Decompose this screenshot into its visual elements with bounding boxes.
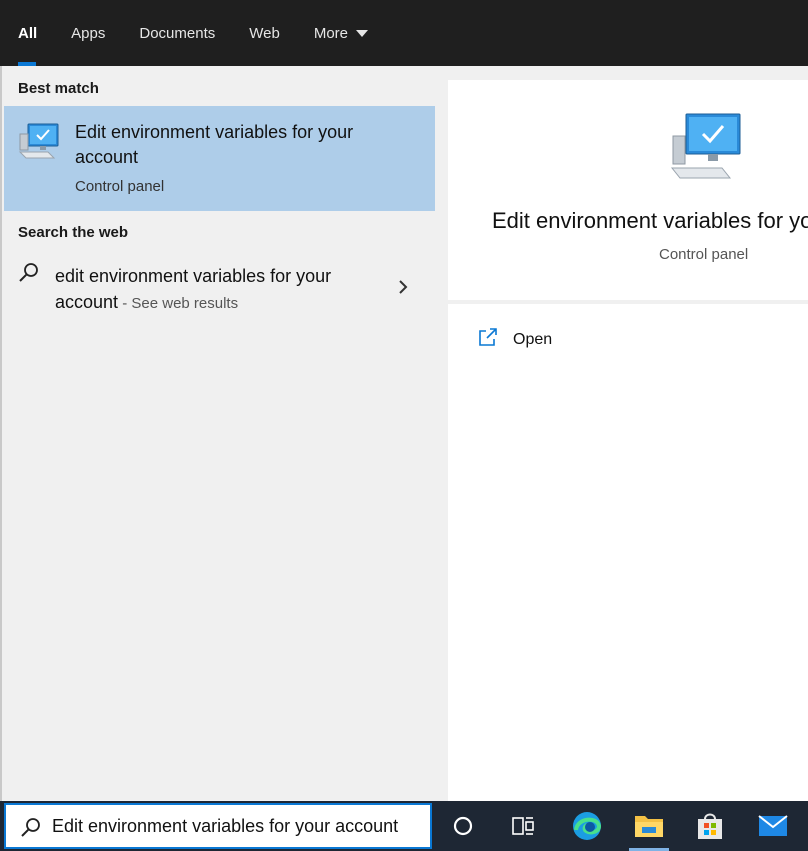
search-input[interactable] [52, 805, 426, 847]
best-match-header: Best match [18, 80, 99, 97]
task-view-button[interactable] [497, 801, 549, 851]
web-result-text: edit environment variables for your acco… [55, 263, 375, 317]
computer-monitor-icon [670, 113, 741, 179]
tab-documents[interactable]: Documents [122, 0, 232, 66]
best-match-subtitle: Control panel [75, 178, 165, 195]
tab-label: More [313, 24, 349, 42]
store-icon [698, 813, 722, 839]
file-explorer-icon [635, 816, 663, 837]
preview-subtitle: Control panel [659, 246, 749, 263]
search-web-header: Search the web [18, 224, 129, 241]
search-icon [19, 263, 38, 282]
file-explorer-button[interactable] [623, 801, 675, 851]
open-action[interactable]: Open [478, 325, 678, 355]
search-icon [21, 818, 40, 837]
tab-all[interactable]: All [0, 0, 54, 66]
taskbar [0, 801, 808, 851]
store-button[interactable] [684, 801, 736, 851]
best-match-title: Edit environment variables for your acco… [75, 122, 354, 167]
divider [448, 300, 808, 304]
computer-monitor-icon [18, 123, 59, 159]
task-view-icon [512, 817, 534, 835]
tab-label: Documents [139, 24, 216, 42]
edge-button[interactable] [561, 801, 613, 851]
tab-label: Web [249, 24, 280, 42]
cortana-icon [453, 816, 473, 836]
tab-web[interactable]: Web [232, 0, 297, 66]
edge-icon [573, 812, 602, 840]
preview-title: Edit environment variables for your acco… [492, 208, 808, 233]
chevron-right-icon[interactable] [397, 278, 409, 296]
tab-label: All [18, 24, 38, 42]
web-search-result[interactable]: edit environment variables for your acco… [4, 256, 435, 318]
open-external-icon [479, 328, 497, 346]
taskbar-search-box[interactable] [4, 803, 432, 849]
open-label: Open [513, 331, 553, 348]
tab-label: Apps [71, 24, 106, 42]
best-match-result[interactable]: Edit environment variables for your acco… [4, 106, 435, 211]
tab-more[interactable]: More [297, 0, 385, 66]
mail-icon [758, 815, 788, 836]
tab-apps[interactable]: Apps [54, 0, 122, 66]
caret-down-icon [356, 29, 369, 37]
mail-button[interactable] [747, 801, 799, 851]
web-suffix: - See web results [118, 295, 239, 312]
results-pane: Best match Edit environment variables fo… [0, 66, 435, 801]
search-scope-tabs: All Apps Documents Web More [0, 0, 808, 66]
preview-pane: Edit environment variables for your acco… [448, 80, 808, 801]
cortana-button[interactable] [437, 801, 489, 851]
